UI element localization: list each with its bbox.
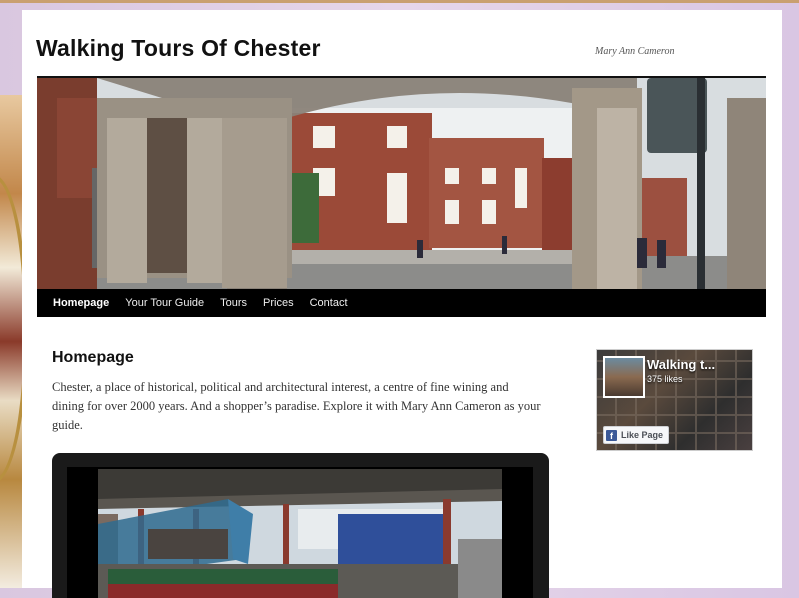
- header-banner-image: [37, 78, 766, 289]
- facebook-f-icon: f: [606, 429, 617, 441]
- video-player[interactable]: [52, 453, 549, 598]
- intro-paragraph: Chester, a place of historical, politica…: [52, 380, 541, 432]
- nav-item-prices[interactable]: Prices: [255, 289, 302, 317]
- nav-item-contact[interactable]: Contact: [302, 289, 356, 317]
- site-title[interactable]: Walking Tours Of Chester: [36, 35, 321, 62]
- background-clock-decoration: [0, 95, 24, 588]
- facebook-like-page-button[interactable]: f Like Page: [603, 426, 670, 444]
- site-description: Mary Ann Cameron: [595, 46, 675, 57]
- facebook-like-count: 375 likes: [647, 374, 683, 384]
- facebook-page-widget[interactable]: Walking t... 375 likes f Like Page: [596, 349, 753, 451]
- nav-item-homepage[interactable]: Homepage: [45, 289, 117, 317]
- nav-item-tours[interactable]: Tours: [212, 289, 255, 317]
- main-navigation: Homepage Your Tour Guide Tours Prices Co…: [37, 289, 766, 317]
- video-thumbnail[interactable]: [98, 469, 502, 598]
- facebook-page-name[interactable]: Walking t...: [647, 357, 715, 372]
- page-container: Walking Tours Of Chester Mary Ann Camero…: [22, 10, 782, 598]
- nav-item-your-tour-guide[interactable]: Your Tour Guide: [117, 289, 212, 317]
- facebook-page-avatar[interactable]: [603, 356, 645, 398]
- facebook-like-label: Like Page: [621, 430, 664, 440]
- top-strip: [0, 0, 799, 3]
- page-title: Homepage: [52, 349, 134, 366]
